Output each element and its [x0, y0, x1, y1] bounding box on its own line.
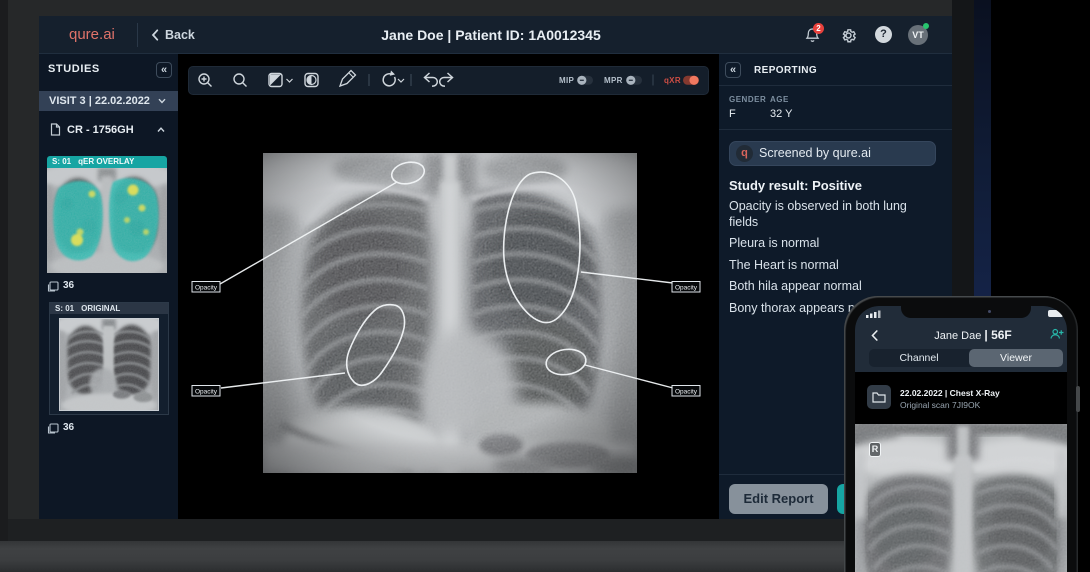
- svg-text:Opacity: Opacity: [195, 285, 218, 292]
- svg-text:Opacity: Opacity: [675, 285, 698, 292]
- svg-text:Opacity: Opacity: [195, 389, 218, 396]
- svg-text:Opacity: Opacity: [675, 389, 698, 396]
